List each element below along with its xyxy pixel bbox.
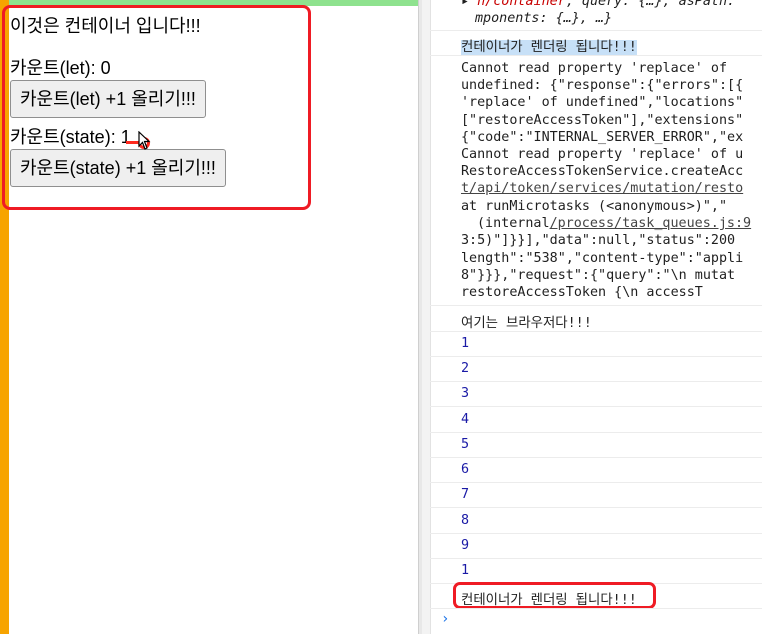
console-log-number: 6 bbox=[461, 462, 470, 477]
row-separator bbox=[430, 507, 762, 508]
console-log-number: 1 bbox=[461, 563, 470, 578]
console-error-line: 'replace' of undefined","locations" bbox=[461, 95, 744, 110]
console-log-render-1: 컨테이너가 렌더링 됩니다!!! bbox=[461, 40, 637, 55]
console-log-number: 3 bbox=[461, 386, 470, 401]
row-separator bbox=[430, 381, 762, 382]
console-prompt-icon[interactable]: › bbox=[441, 611, 449, 627]
console-error-line: Cannot read property 'replace' of u bbox=[461, 147, 744, 162]
console-error-line: length":"538","content-type":"appli bbox=[461, 251, 744, 266]
console-gutter bbox=[422, 0, 431, 634]
console-log-number: 2 bbox=[461, 361, 470, 376]
console-error-line: at runMicrotasks (<anonymous>)"," bbox=[461, 199, 728, 214]
console-log-number: 4 bbox=[461, 412, 470, 427]
console-error-line: (internal/process/task_queues.js:9 bbox=[477, 216, 752, 231]
row-separator bbox=[430, 55, 762, 56]
console-log-number: 1 bbox=[461, 336, 470, 351]
console-error-line: undefined: {"response":{"errors":[{ bbox=[461, 78, 744, 93]
console-error-line: ["restoreAccessToken"],"extensions" bbox=[461, 113, 744, 128]
row-separator bbox=[430, 432, 762, 433]
row-separator bbox=[430, 558, 762, 559]
console-error-line: Cannot read property 'replace' of bbox=[461, 61, 728, 76]
console-error-line: restoreAccessToken {\n accessT bbox=[461, 285, 703, 300]
row-separator bbox=[430, 305, 762, 306]
row-separator bbox=[430, 406, 762, 407]
console-error-line: {"code":"INTERNAL_SERVER_ERROR","ex bbox=[461, 130, 744, 145]
console-log-number: 5 bbox=[461, 437, 470, 452]
console-log-number: 7 bbox=[461, 487, 470, 502]
row-separator bbox=[430, 30, 762, 31]
console-error-line: 8"}}},"request":{"query":"\n mutat bbox=[461, 268, 736, 283]
mouse-cursor-icon bbox=[138, 131, 151, 150]
console-error-internal-link[interactable]: /process/task_queues.js:9 bbox=[550, 216, 752, 231]
console-error-source-link[interactable]: t/api/token/services/mutation/resto bbox=[461, 181, 743, 196]
console-log-number: 8 bbox=[461, 513, 470, 528]
annotation-highlight-app bbox=[2, 5, 311, 210]
console-object-line-2: mponents: {…}, …} bbox=[475, 11, 613, 26]
console-object-line-1[interactable]: ▸ n/container, query: {…}, asPath: bbox=[461, 0, 735, 9]
row-separator bbox=[430, 356, 762, 357]
row-separator bbox=[430, 608, 762, 609]
row-separator bbox=[430, 331, 762, 332]
console-log-number: 9 bbox=[461, 538, 470, 553]
console-error-line: 3:5)"]}}],"data":null,"status":200 bbox=[461, 233, 736, 248]
row-separator bbox=[430, 533, 762, 534]
annotation-highlight-console bbox=[453, 582, 656, 609]
console-error-line: RestoreAccessTokenService.createAcc bbox=[461, 164, 744, 179]
console-log-browser: 여기는 브라우저다!!! bbox=[461, 316, 592, 331]
row-separator bbox=[430, 457, 762, 458]
row-separator bbox=[430, 482, 762, 483]
